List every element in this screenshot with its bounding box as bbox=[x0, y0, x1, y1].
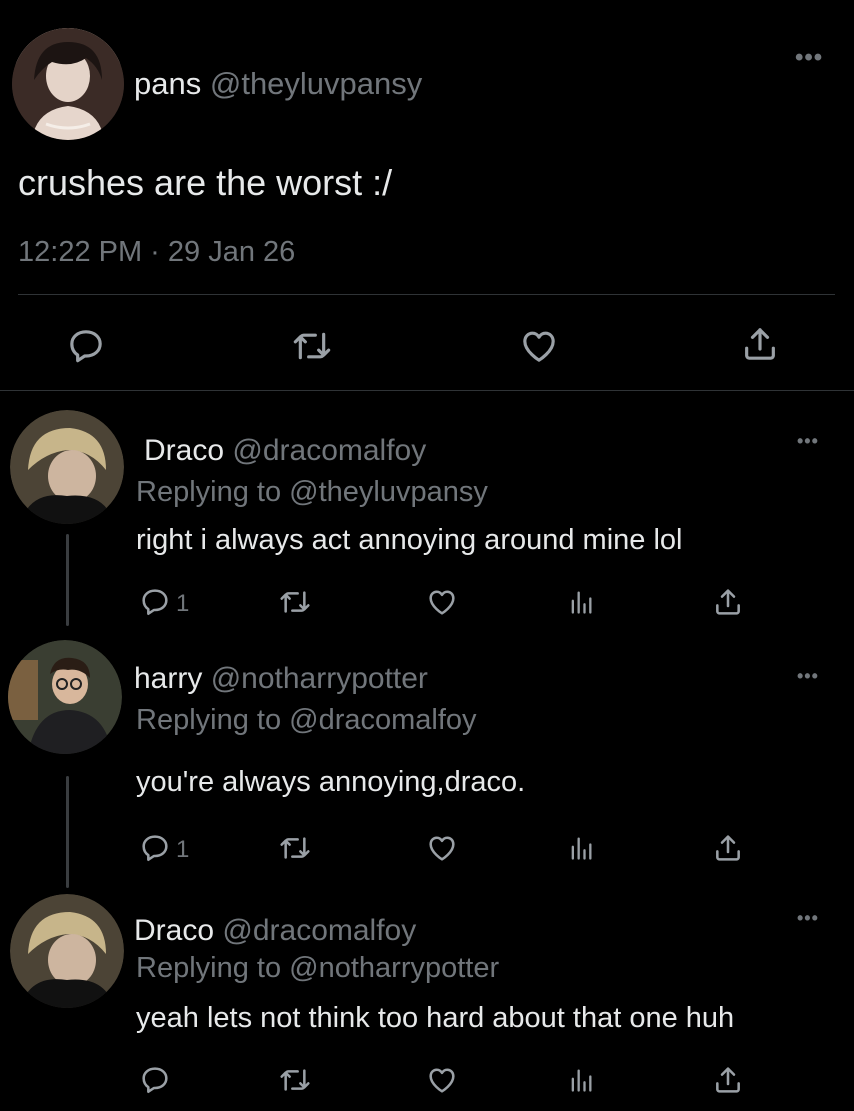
reply2-more-icon[interactable]: ••• bbox=[797, 666, 819, 687]
main-bottom-divider bbox=[0, 390, 854, 391]
avatar-harry[interactable] bbox=[8, 640, 122, 754]
main-divider bbox=[18, 294, 835, 295]
main-more-icon[interactable]: ••• bbox=[795, 44, 823, 72]
reply2-retweet-icon[interactable] bbox=[276, 832, 314, 864]
reply1-replying-line: Replying to @theyluvpansy bbox=[136, 476, 488, 509]
reply3-like-icon[interactable] bbox=[424, 1064, 460, 1096]
reply3-retweet-icon[interactable] bbox=[276, 1064, 314, 1096]
reply3-share-icon[interactable] bbox=[712, 1064, 744, 1096]
main-timestamp[interactable]: 12:22 PM · 29 Jan 26 bbox=[18, 236, 295, 269]
reply2-display-name[interactable]: harry bbox=[134, 662, 202, 695]
reply1-handle[interactable]: @dracomalfoy bbox=[232, 434, 426, 467]
reply3-text: yeah lets not think too hard about that … bbox=[136, 1002, 735, 1034]
reply-icon[interactable] bbox=[66, 326, 106, 366]
reply1-share-icon[interactable] bbox=[712, 586, 744, 618]
reply3-replying-handle[interactable]: @notharrypotter bbox=[289, 952, 499, 984]
main-author-line: pans @theyluvpansy bbox=[134, 66, 422, 102]
reply1-replying-handle[interactable]: @theyluvpansy bbox=[289, 476, 488, 508]
reply2-reply-count: 1 bbox=[176, 836, 190, 863]
reply1-author-line: Draco @dracomalfoy bbox=[144, 434, 426, 468]
reply2-replying-line: Replying to @dracomalfoy bbox=[136, 704, 477, 737]
reply3-reply-icon[interactable] bbox=[138, 1064, 172, 1096]
thread-line-1 bbox=[66, 534, 69, 626]
share-icon[interactable] bbox=[740, 324, 780, 364]
reply1-reply-count: 1 bbox=[176, 590, 190, 617]
reply3-views-icon[interactable] bbox=[566, 1066, 596, 1094]
main-tweet-text: crushes are the worst :/ bbox=[18, 162, 393, 203]
reply1-views-icon[interactable] bbox=[566, 588, 596, 616]
reply2-reply-icon[interactable] bbox=[138, 832, 172, 864]
reply2-handle[interactable]: @notharrypotter bbox=[211, 662, 428, 695]
reply1-retweet-icon[interactable] bbox=[276, 586, 314, 618]
reply1-display-name[interactable]: Draco bbox=[144, 434, 224, 467]
like-icon[interactable] bbox=[518, 326, 560, 366]
reply2-text: you're always annoying,draco. bbox=[136, 766, 526, 798]
reply3-more-icon[interactable]: ••• bbox=[797, 908, 819, 929]
avatar-draco[interactable] bbox=[10, 410, 124, 524]
thread-line-2 bbox=[66, 776, 69, 888]
reply3-handle[interactable]: @dracomalfoy bbox=[222, 914, 416, 947]
reply2-like-icon[interactable] bbox=[424, 832, 460, 864]
reply3-replying-label: Replying to bbox=[136, 952, 282, 984]
reply3-replying-line: Replying to @notharrypotter bbox=[136, 952, 499, 985]
reply1-replying-label: Replying to bbox=[136, 476, 282, 508]
reply2-views-icon[interactable] bbox=[566, 834, 596, 862]
reply3-author-line: Draco @dracomalfoy bbox=[134, 914, 416, 948]
avatar-pans[interactable] bbox=[12, 28, 124, 140]
reply2-author-line: harry @notharrypotter bbox=[134, 662, 428, 696]
retweet-icon[interactable] bbox=[290, 326, 334, 366]
main-display-name[interactable]: pans bbox=[134, 66, 201, 101]
main-handle[interactable]: @theyluvpansy bbox=[210, 66, 422, 101]
reply2-share-icon[interactable] bbox=[712, 832, 744, 864]
reply1-like-icon[interactable] bbox=[424, 586, 460, 618]
reply2-replying-label: Replying to bbox=[136, 704, 282, 736]
avatar-draco-2[interactable] bbox=[10, 894, 124, 1008]
reply3-display-name[interactable]: Draco bbox=[134, 914, 214, 947]
reply1-text: right i always act annoying around mine … bbox=[136, 524, 683, 556]
reply2-replying-handle[interactable]: @dracomalfoy bbox=[289, 704, 476, 736]
reply1-reply-icon[interactable] bbox=[138, 586, 172, 618]
reply1-more-icon[interactable]: ••• bbox=[797, 431, 819, 452]
